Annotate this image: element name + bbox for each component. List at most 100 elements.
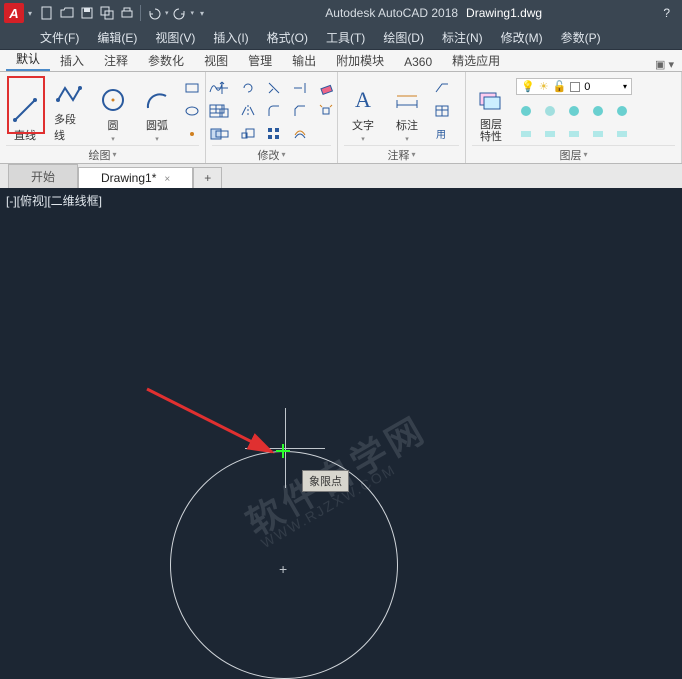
doc-tab-start[interactable]: 开始 xyxy=(8,164,78,188)
app-menu-dropdown-icon[interactable]: ▾ xyxy=(28,9,32,18)
chamfer-icon[interactable] xyxy=(290,101,310,121)
ribbon-tab-manage[interactable]: 管理 xyxy=(238,50,282,71)
ellipse-icon[interactable] xyxy=(182,101,202,121)
new-tab-button[interactable]: + xyxy=(193,167,222,188)
mirror-icon[interactable] xyxy=(238,101,258,121)
layer-selector[interactable]: 💡 ☀ 🔓 0 ▾ xyxy=(516,78,632,95)
layer-prev-icon[interactable] xyxy=(612,101,632,121)
menu-edit[interactable]: 编辑(E) xyxy=(97,29,137,46)
layer-match-icon[interactable] xyxy=(588,101,608,121)
svg-text:用: 用 xyxy=(436,130,446,141)
explode-icon[interactable] xyxy=(316,101,336,121)
panel-modify: 修改 xyxy=(206,72,338,163)
redo-dropdown-icon[interactable]: ▾ xyxy=(191,9,195,17)
panel-modify-label[interactable]: 修改 xyxy=(212,145,331,163)
help-icon[interactable]: ? xyxy=(663,6,670,20)
layer-off-icon[interactable] xyxy=(516,101,536,121)
leader-icon[interactable] xyxy=(432,78,452,98)
panel-draw: 直线 多段线 圆▾ 圆弧▾ xyxy=(0,72,206,163)
menu-bar: 文件(F) 编辑(E) 视图(V) 插入(I) 格式(O) 工具(T) 绘图(D… xyxy=(0,26,682,50)
trim-icon[interactable] xyxy=(264,78,284,98)
document-tab-bar: 开始 Drawing1*× + xyxy=(0,164,682,188)
ribbon-tab-output[interactable]: 输出 xyxy=(282,50,326,71)
layer-properties-button[interactable]: 图层 特性 xyxy=(472,76,510,145)
ribbon-tab-default[interactable]: 默认 xyxy=(6,48,50,71)
new-icon[interactable] xyxy=(38,4,56,22)
layer-tools xyxy=(516,99,632,144)
center-crosshair-icon: + xyxy=(279,561,287,577)
ribbon-tab-param[interactable]: 参数化 xyxy=(138,50,194,71)
ribbon-tab-a360[interactable]: A360 xyxy=(394,53,442,71)
panel-annotate: A 文字▾ 标注▾ 用 注释 xyxy=(338,72,466,163)
menu-insert[interactable]: 插入(I) xyxy=(213,29,248,46)
layer-state-icon[interactable] xyxy=(612,124,632,144)
fillet-icon[interactable] xyxy=(264,101,284,121)
offset-icon[interactable] xyxy=(290,124,310,144)
viewport-label[interactable]: [-][俯视][二维线框] xyxy=(6,192,102,209)
dimension-button[interactable]: 标注▾ xyxy=(388,76,426,145)
panel-annotate-label[interactable]: 注释 xyxy=(344,145,459,163)
move-icon[interactable] xyxy=(212,78,232,98)
snap-tooltip: 象限点 xyxy=(302,470,349,492)
lightbulb-icon: 💡 xyxy=(521,80,535,93)
layer-current-icon[interactable] xyxy=(588,124,608,144)
close-icon[interactable]: × xyxy=(164,174,170,185)
panel-layer-label[interactable]: 图层 xyxy=(472,145,675,163)
array-icon[interactable] xyxy=(264,124,284,144)
circle-button[interactable]: 圆▾ xyxy=(94,76,132,145)
undo-icon[interactable] xyxy=(145,4,163,22)
panel-draw-label[interactable]: 绘图 xyxy=(6,145,199,163)
undo-dropdown-icon[interactable]: ▾ xyxy=(165,9,169,17)
mtext-icon[interactable]: 用 xyxy=(432,124,452,144)
copy-icon[interactable] xyxy=(212,101,232,121)
ribbon-tab-addins[interactable]: 附加模块 xyxy=(326,50,394,71)
layer-iso-icon[interactable] xyxy=(516,124,536,144)
window-title: Autodesk AutoCAD 2018Drawing1.dwg xyxy=(204,6,663,20)
scale-icon[interactable] xyxy=(238,124,258,144)
layer-color-swatch xyxy=(570,82,580,92)
panel-layer: 图层 特性 💡 ☀ 🔓 0 ▾ xyxy=(466,72,682,163)
text-button[interactable]: A 文字▾ xyxy=(344,76,382,145)
title-bar: A ▾ ▾ ▾ ▾ Autodesk AutoCAD 2018Drawing1.… xyxy=(0,0,682,26)
quick-access-toolbar: ▾ ▾ ▾ xyxy=(38,4,204,22)
annotation-arrow-icon xyxy=(142,384,292,474)
menu-dim[interactable]: 标注(N) xyxy=(442,29,483,46)
table-icon[interactable] xyxy=(432,101,452,121)
ribbon-tab-view[interactable]: 视图 xyxy=(194,50,238,71)
layer-freeze-icon[interactable] xyxy=(540,101,560,121)
menu-param[interactable]: 参数(P) xyxy=(561,29,601,46)
erase-icon[interactable] xyxy=(316,78,336,98)
menu-tools[interactable]: 工具(T) xyxy=(326,29,365,46)
drawing-canvas[interactable]: [-][俯视][二维线框] 软件自学网 WWW.RJZXW.COM + 象限点 xyxy=(0,188,682,569)
ribbon: 直线 多段线 圆▾ 圆弧▾ xyxy=(0,72,682,164)
layer-walk-icon[interactable] xyxy=(564,124,584,144)
layer-lock-icon[interactable] xyxy=(564,101,584,121)
saveas-icon[interactable] xyxy=(98,4,116,22)
app-logo-icon[interactable]: A xyxy=(4,3,24,23)
redo-icon[interactable] xyxy=(171,4,189,22)
polyline-button[interactable]: 多段线 xyxy=(50,76,88,145)
line-button[interactable]: 直线 xyxy=(6,76,44,145)
menu-modify[interactable]: 修改(M) xyxy=(501,29,543,46)
menu-view[interactable]: 视图(V) xyxy=(155,29,195,46)
save-icon[interactable] xyxy=(78,4,96,22)
ribbon-tab-featured[interactable]: 精选应用 xyxy=(442,50,510,71)
stretch-icon[interactable] xyxy=(212,124,232,144)
arc-button[interactable]: 圆弧▾ xyxy=(138,76,176,145)
layer-uniso-icon[interactable] xyxy=(540,124,560,144)
menu-draw[interactable]: 绘图(D) xyxy=(383,29,424,46)
menu-format[interactable]: 格式(O) xyxy=(267,29,308,46)
ribbon-tab-insert[interactable]: 插入 xyxy=(50,50,94,71)
lock-icon: 🔓 xyxy=(553,80,567,93)
ribbon-tab-annotate[interactable]: 注释 xyxy=(94,50,138,71)
ribbon-tab-strip: 默认 插入 注释 参数化 视图 管理 输出 附加模块 A360 精选应用 ▣ ▾ xyxy=(0,50,682,72)
rotate-icon[interactable] xyxy=(238,78,258,98)
rectangle-icon[interactable] xyxy=(182,78,202,98)
extend-icon[interactable] xyxy=(290,78,310,98)
menu-file[interactable]: 文件(F) xyxy=(40,29,79,46)
plot-icon[interactable] xyxy=(118,4,136,22)
point-icon[interactable] xyxy=(182,124,202,144)
doc-tab-drawing1[interactable]: Drawing1*× xyxy=(78,167,193,188)
open-icon[interactable] xyxy=(58,4,76,22)
ribbon-collapse-icon[interactable]: ▣ ▾ xyxy=(655,58,674,71)
